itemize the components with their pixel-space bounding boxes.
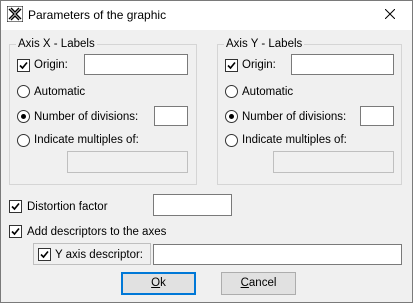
axis-x-origin-checkbox[interactable]: [17, 59, 30, 72]
axis-x-num-divisions-radio[interactable]: [17, 110, 30, 123]
checkmark-icon: [227, 61, 236, 70]
distortion-checkbox[interactable]: [9, 200, 22, 213]
axis-y-legend: Axis Y - Labels: [224, 37, 305, 51]
axis-x-group: Axis X - Labels Origin: Automatic Number…: [9, 37, 197, 185]
axis-y-automatic-label: Automatic: [242, 86, 294, 98]
distortion-input[interactable]: [153, 194, 232, 216]
window-title: Parameters of the graphic: [28, 8, 167, 22]
close-icon: [384, 8, 395, 22]
axis-x-automatic-radio[interactable]: [17, 85, 30, 98]
axis-y-multiples-radio[interactable]: [225, 134, 238, 147]
axis-y-multiples-input[interactable]: [273, 151, 394, 173]
axis-x-automatic-label: Automatic: [34, 86, 86, 98]
axis-y-origin-checkbox[interactable]: [225, 59, 238, 72]
axis-y-origin-label: Origin:: [242, 59, 276, 71]
close-button[interactable]: [367, 1, 412, 30]
axis-y-num-divisions-label: Number of divisions:: [242, 111, 347, 123]
axis-y-multiples-label: Indicate multiples of:: [242, 134, 347, 146]
dialog-window: Parameters of the graphic Axis X - Label…: [0, 0, 413, 303]
app-logo-icon: [6, 5, 24, 23]
ok-button[interactable]: Ok: [121, 272, 196, 295]
ok-button-label: k: [160, 277, 166, 289]
axis-y-automatic-radio[interactable]: [225, 85, 238, 98]
axis-x-origin-label: Origin:: [34, 59, 68, 71]
axis-y-num-divisions-input[interactable]: [360, 106, 394, 126]
axis-y-group: Axis Y - Labels Origin: Automatic Number…: [217, 37, 402, 185]
checkmark-icon: [11, 227, 20, 236]
checkmark-icon: [11, 202, 20, 211]
title-bar[interactable]: Parameters of the graphic: [1, 1, 412, 30]
cancel-button-label: ancel: [248, 277, 277, 289]
y-descriptor-label: Y axis descriptor:: [55, 249, 143, 261]
checkmark-icon: [40, 250, 49, 259]
axis-x-multiples-radio[interactable]: [17, 134, 30, 147]
descriptors-checkbox[interactable]: [9, 225, 22, 238]
axis-x-legend: Axis X - Labels: [16, 37, 97, 51]
descriptors-label: Add descriptors to the axes: [27, 226, 167, 238]
axis-x-num-divisions-input[interactable]: [154, 106, 188, 126]
axis-x-multiples-input[interactable]: [67, 151, 188, 173]
checkmark-icon: [19, 61, 28, 70]
distortion-label: Distortion factor: [27, 201, 108, 213]
cancel-button-accel: C: [240, 277, 249, 289]
y-descriptor-input[interactable]: [153, 244, 402, 265]
axis-x-num-divisions-label: Number of divisions:: [34, 111, 139, 123]
axis-y-num-divisions-radio[interactable]: [225, 110, 238, 123]
cancel-button[interactable]: Cancel: [221, 272, 296, 295]
y-descriptor-checkbox[interactable]: [38, 248, 51, 261]
axis-y-origin-input[interactable]: [291, 54, 394, 75]
ok-button-accel: O: [151, 277, 161, 289]
axis-x-origin-input[interactable]: [84, 54, 188, 75]
axis-x-multiples-label: Indicate multiples of:: [34, 134, 139, 146]
